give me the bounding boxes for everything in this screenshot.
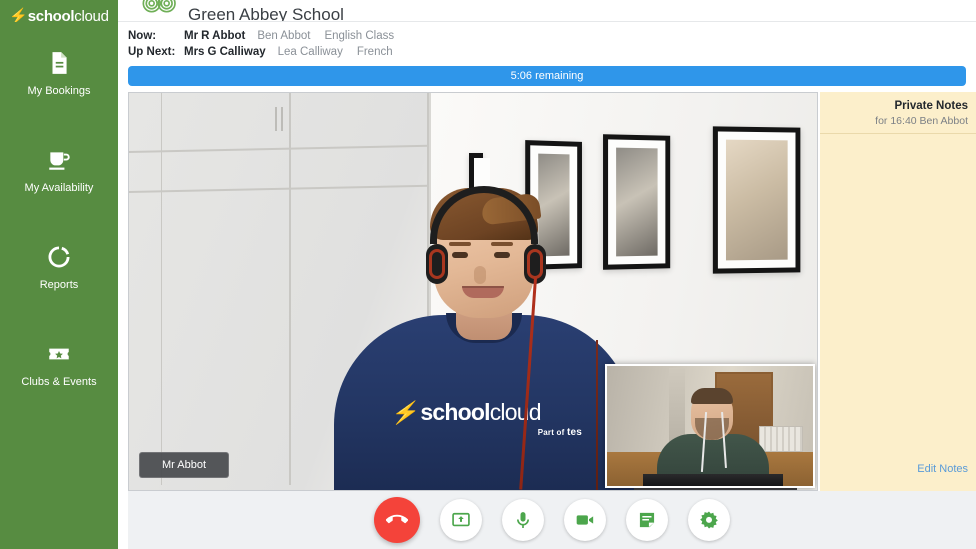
wardrobe-line: [129, 145, 429, 153]
private-notes-footer: Edit Notes: [820, 459, 976, 491]
private-notes-title: Private Notes: [828, 100, 968, 112]
self-view-video[interactable]: [605, 364, 815, 488]
shirt-logo-sub: Part of tes: [392, 427, 582, 438]
shirt-logo-light: cloud: [490, 399, 541, 425]
lightning-bolt-icon: ⚡: [9, 8, 27, 22]
lightning-bolt-icon: ⚡: [390, 402, 422, 424]
stage: ⚡ schoolcloud Part of tes Mr Abbot Priva…: [118, 92, 976, 491]
self-view-radiator: [759, 426, 803, 452]
school-name: Green Abbey School: [188, 5, 344, 22]
sidebar-item-label: Clubs & Events: [21, 376, 96, 388]
phone-hangup-icon: [386, 509, 408, 531]
microphone-button[interactable]: [502, 499, 544, 541]
sidebar-item-reports[interactable]: Reports: [0, 230, 118, 301]
headset-cable-lower: [596, 340, 598, 490]
shirt-sub-prefix: Part of: [538, 428, 565, 437]
gear-icon: [699, 510, 719, 530]
next-teacher-name: G Calliway: [207, 46, 265, 58]
wardrobe-line: [289, 93, 291, 485]
meeting-info: Now: Mr R Abbot Ben Abbot English Class U…: [118, 22, 976, 64]
sidebar-nav: My Bookings My Availability Reports Club…: [0, 22, 118, 398]
school-header: Green Abbey School: [118, 0, 976, 22]
end-call-button[interactable]: [374, 497, 420, 543]
screen-share-icon: [451, 510, 471, 530]
shirt-logo-bold: school: [420, 399, 489, 425]
coffee-cup-icon: [46, 147, 72, 173]
up-next-label: Up Next:: [128, 44, 184, 60]
time-remaining-label: 5:06 remaining: [511, 70, 584, 82]
shirt-sub-brand: tes: [567, 427, 582, 438]
share-screen-button[interactable]: [440, 499, 482, 541]
sidebar-item-label: My Availability: [25, 182, 94, 194]
now-teacher-name: R Abbot: [201, 30, 245, 42]
notes-button[interactable]: [626, 499, 668, 541]
main-content: Green Abbey School Now: Mr R Abbot Ben Ab…: [118, 0, 976, 549]
sidebar: ⚡schoolcloud My Bookings My Availability…: [0, 0, 118, 549]
private-notes-panel: Private Notes for 16:40 Ben Abbot Edit N…: [820, 92, 976, 491]
now-teacher-title: Mr: [184, 30, 198, 42]
microphone-icon: [513, 510, 533, 530]
now-row: Now: Mr R Abbot Ben Abbot English Class: [128, 28, 976, 44]
document-icon: [46, 50, 72, 76]
up-next-row: Up Next: Mrs G Calliway Lea Calliway Fren…: [128, 44, 976, 60]
next-teacher: Mrs G Calliway: [184, 44, 266, 60]
sidebar-item-label: My Bookings: [28, 85, 91, 97]
now-subject: English Class: [324, 28, 394, 44]
sidebar-item-label: Reports: [40, 279, 79, 291]
next-subject: French: [357, 44, 393, 60]
sidebar-item-my-bookings[interactable]: My Bookings: [0, 36, 118, 107]
private-notes-subtitle: for 16:40 Ben Abbot: [828, 115, 968, 127]
timer-container: 5:06 remaining: [118, 64, 976, 92]
self-view-hair: [691, 388, 733, 404]
now-teacher: Mr R Abbot: [184, 28, 245, 44]
video-call-app: ⚡schoolcloud My Bookings My Availability…: [0, 0, 976, 549]
settings-button[interactable]: [688, 499, 730, 541]
participant-eye: [494, 252, 510, 258]
schoolcloud-logo[interactable]: ⚡schoolcloud: [0, 0, 118, 22]
private-notes-header: Private Notes for 16:40 Ben Abbot: [820, 92, 976, 134]
shirt-logo: ⚡ schoolcloud Part of tes: [392, 401, 582, 438]
sidebar-item-clubs-and-events[interactable]: Clubs & Events: [0, 327, 118, 398]
time-remaining-bar: 5:06 remaining: [128, 66, 966, 86]
headset-earcup-ring: [429, 249, 445, 279]
now-label: Now:: [128, 28, 184, 44]
participant-eye: [452, 252, 468, 258]
schoolcloud-logo-text: ⚡schoolcloud: [9, 7, 108, 22]
private-notes-body[interactable]: [820, 134, 976, 459]
next-student: Lea Calliway: [278, 44, 343, 60]
sidebar-item-my-availability[interactable]: My Availability: [0, 133, 118, 204]
participant-mouth: [462, 286, 504, 298]
call-controls: [128, 491, 976, 549]
pie-chart-icon: [46, 244, 72, 270]
edit-notes-link[interactable]: Edit Notes: [917, 463, 968, 475]
camera-button[interactable]: [564, 499, 606, 541]
remote-video[interactable]: ⚡ schoolcloud Part of tes Mr Abbot: [128, 92, 818, 491]
now-student: Ben Abbot: [257, 28, 310, 44]
self-view-laptop: [643, 474, 783, 486]
wardrobe-handle: [275, 107, 277, 131]
video-camera-icon: [575, 510, 595, 530]
green-spiral-logo-icon: [140, 0, 180, 22]
next-teacher-title: Mrs: [184, 46, 204, 58]
participant-name-label: Mr Abbot: [139, 452, 229, 478]
headset-earcup-ring: [527, 249, 543, 279]
participant-nose: [474, 266, 486, 284]
picture-frame: [713, 126, 801, 273]
remote-participant: ⚡ schoolcloud Part of tes: [334, 160, 634, 490]
ticket-star-icon: [46, 341, 72, 367]
notes-icon: [637, 510, 657, 530]
wardrobe-handle: [281, 107, 283, 131]
